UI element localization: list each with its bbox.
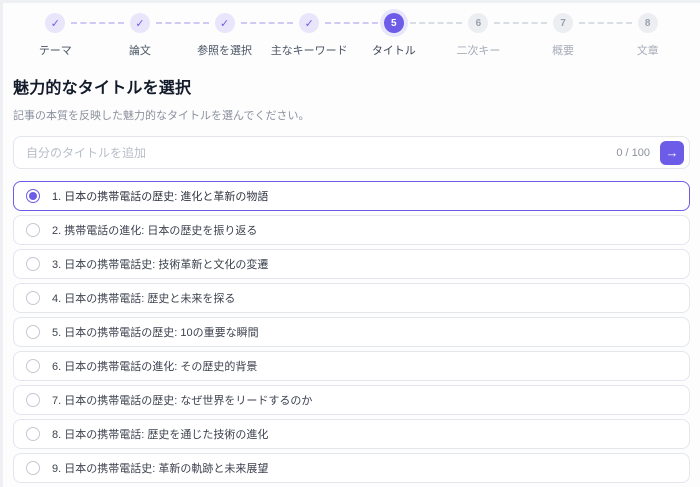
step-secondary-keys[interactable]: 6 二次キー bbox=[409, 11, 521, 58]
page-subtitle: 記事の本質を反映した魅力的なタイトルを選んでください。 bbox=[13, 110, 310, 122]
step-text[interactable]: 8 文章 bbox=[579, 11, 690, 58]
step-label: 概要 bbox=[552, 45, 575, 57]
step-check-icon: ✓ bbox=[214, 13, 235, 33]
title-option[interactable]: 8. 日本の携帯電話: 歴史を通じた技術の進化 bbox=[13, 419, 690, 449]
title-option[interactable]: 3. 日本の携帯電話史: 技術革新と文化の変遷 bbox=[13, 249, 690, 279]
title-option[interactable]: 1. 日本の携帯電話の歴史: 進化と革新の物語 bbox=[13, 181, 690, 211]
step-article[interactable]: ✓ 論文 bbox=[71, 11, 183, 58]
step-label: タイトル bbox=[371, 45, 416, 57]
submit-title-button[interactable]: → bbox=[660, 140, 684, 165]
title-option-label: 9. 日本の携帯電話史: 革新の軌跡と未来展望 bbox=[52, 463, 269, 475]
title-options-list: 1. 日本の携帯電話の歴史: 進化と革新の物語 2. 携帯電話の進化: 日本の歴… bbox=[13, 181, 690, 487]
title-option[interactable]: 4. 日本の携帯電話: 歴史と未来を探る bbox=[13, 283, 690, 313]
title-option-label: 6. 日本の携帯電話の進化: その歴史的背景 bbox=[52, 361, 258, 373]
page-title: 魅力的なタイトルを選択 bbox=[13, 80, 192, 97]
step-title-current[interactable]: 5 タイトル bbox=[325, 11, 437, 58]
arrow-right-icon: → bbox=[665, 145, 679, 160]
title-option-label: 2. 携帯電話の進化: 日本の歴史を振り返る bbox=[52, 225, 258, 237]
title-option[interactable]: 7. 日本の携帯電話の歴史: なぜ世界をリードするのか bbox=[13, 385, 690, 415]
step-number: 7 bbox=[553, 13, 574, 33]
step-label: 主なキーワード bbox=[270, 45, 348, 57]
radio-icon[interactable] bbox=[26, 427, 40, 441]
step-label: 二次キー bbox=[456, 45, 501, 57]
step-theme[interactable]: ✓ テーマ bbox=[13, 11, 98, 58]
radio-icon[interactable] bbox=[26, 257, 40, 271]
step-outline[interactable]: 7 概要 bbox=[494, 11, 606, 58]
step-check-icon: ✓ bbox=[299, 13, 320, 33]
title-option-label: 3. 日本の携帯電話史: 技術革新と文化の変遷 bbox=[52, 259, 269, 271]
radio-icon[interactable] bbox=[26, 359, 40, 373]
title-option-label: 5. 日本の携帯電話の歴史: 10の重要な瞬間 bbox=[52, 327, 259, 339]
title-option-label: 1. 日本の携帯電話の歴史: 進化と革新の物語 bbox=[52, 191, 269, 203]
custom-title-input-row: 0 / 100 → bbox=[13, 136, 690, 169]
radio-icon[interactable] bbox=[26, 223, 40, 237]
step-select-references[interactable]: ✓ 参照を選択 bbox=[156, 11, 267, 58]
radio-icon[interactable] bbox=[26, 393, 40, 407]
title-option[interactable]: 2. 携帯電話の進化: 日本の歴史を振り返る bbox=[13, 215, 690, 245]
step-number: 6 bbox=[468, 13, 489, 33]
title-option-label: 8. 日本の携帯電話: 歴史を通じた技術の進化 bbox=[52, 429, 269, 441]
title-option[interactable]: 5. 日本の携帯電話の歴史: 10の重要な瞬間 bbox=[13, 317, 690, 347]
step-label: 参照を選択 bbox=[197, 45, 253, 57]
radio-icon[interactable] bbox=[26, 189, 40, 203]
step-check-icon: ✓ bbox=[129, 13, 150, 33]
radio-icon[interactable] bbox=[26, 291, 40, 305]
title-option[interactable]: 6. 日本の携帯電話の進化: その歴史的背景 bbox=[13, 351, 690, 381]
title-option[interactable]: 9. 日本の携帯電話史: 革新の軌跡と未来展望 bbox=[13, 453, 690, 483]
step-number: 8 bbox=[637, 13, 658, 33]
char-counter: 0 / 100 bbox=[616, 146, 650, 159]
title-option-label: 7. 日本の携帯電話の歴史: なぜ世界をリードするのか bbox=[52, 395, 313, 407]
step-number: 5 bbox=[383, 13, 404, 33]
title-selection-page: ✓ テーマ ✓ 論文 ✓ 参照を選択 ✓ 主なキーワード 5 タイトル 6 二次… bbox=[0, 0, 700, 487]
step-label: テーマ bbox=[38, 45, 72, 57]
wizard-stepper: ✓ テーマ ✓ 論文 ✓ 参照を選択 ✓ 主なキーワード 5 タイトル 6 二次… bbox=[13, 11, 690, 58]
step-label: 文章 bbox=[636, 45, 659, 57]
custom-title-input[interactable] bbox=[26, 145, 607, 160]
radio-icon[interactable] bbox=[26, 461, 40, 475]
title-option-label: 4. 日本の携帯電話: 歴史と未来を探る bbox=[52, 293, 236, 305]
step-check-icon: ✓ bbox=[45, 13, 66, 33]
radio-icon[interactable] bbox=[26, 325, 40, 339]
step-main-keywords[interactable]: ✓ 主なキーワード bbox=[240, 11, 352, 58]
step-label: 論文 bbox=[128, 45, 151, 57]
